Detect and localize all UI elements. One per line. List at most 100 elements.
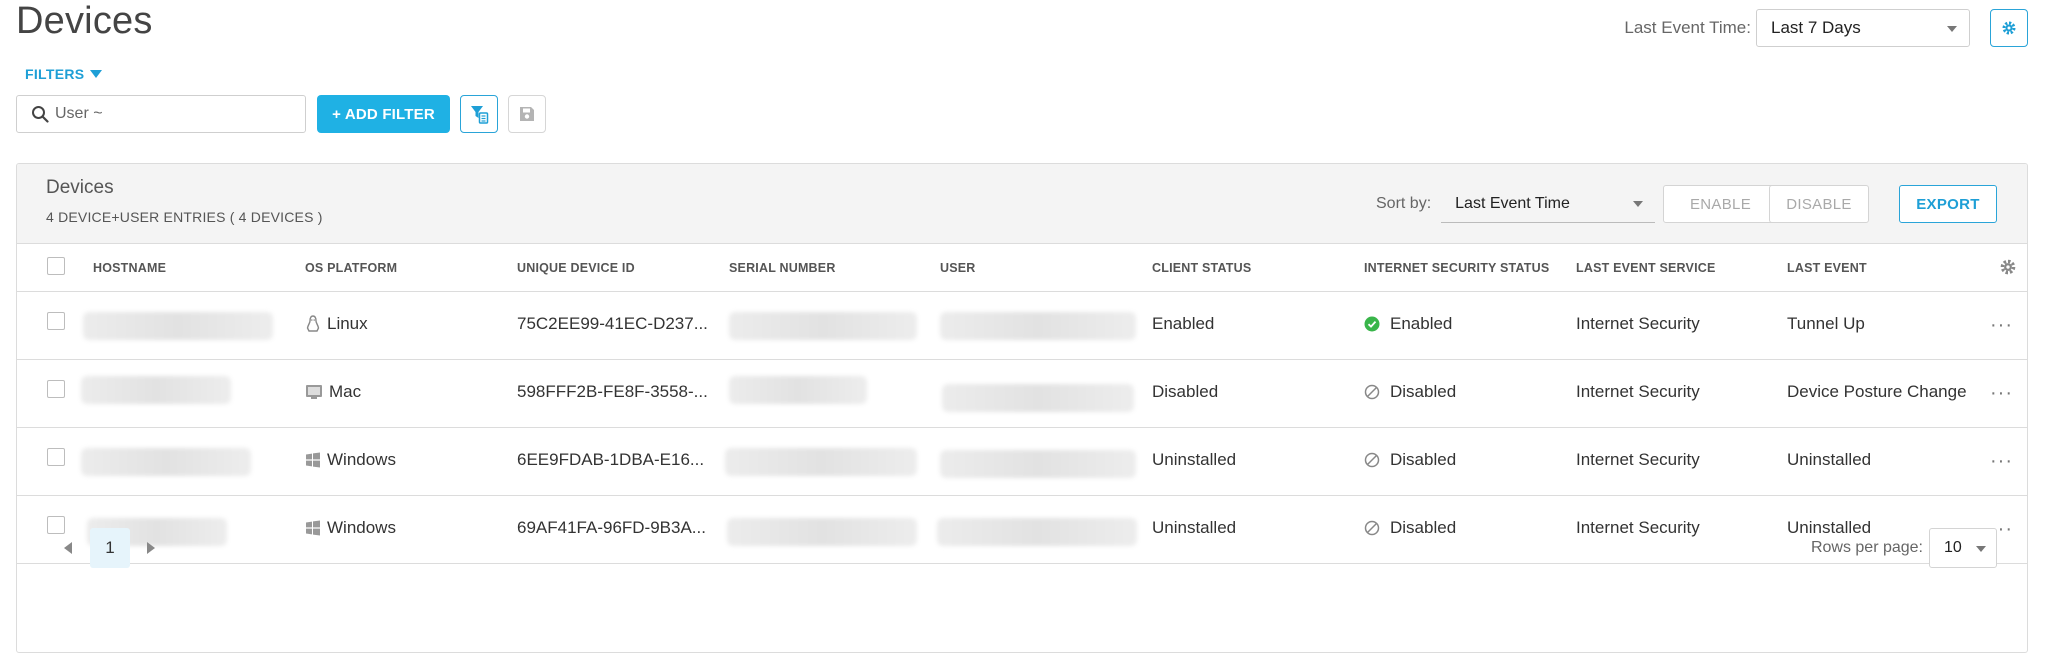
security-status-text: Disabled xyxy=(1390,382,1457,401)
sort-value: Last Event Time xyxy=(1455,194,1570,212)
security-status: Disabled xyxy=(1364,450,1456,470)
column-unique-device-id[interactable]: UNIQUE DEVICE ID xyxy=(517,261,635,275)
column-os-platform[interactable]: OS PLATFORM xyxy=(305,261,397,275)
mac-icon xyxy=(306,385,322,399)
next-page-icon[interactable] xyxy=(147,542,155,554)
time-filter-select[interactable]: Last 7 Days xyxy=(1756,9,1970,47)
page-title: Devices xyxy=(16,0,153,42)
filter-list-icon xyxy=(471,106,489,124)
column-last-event[interactable]: LAST EVENT xyxy=(1787,261,1867,275)
security-status: Disabled xyxy=(1364,382,1456,402)
sort-select[interactable]: Last Event Time xyxy=(1441,185,1656,223)
panel-title: Devices xyxy=(46,177,114,198)
enable-button[interactable]: ENABLE xyxy=(1663,185,1778,223)
save-icon xyxy=(520,107,534,121)
add-filter-button[interactable]: + ADD FILTER xyxy=(317,95,450,133)
serial-redacted xyxy=(725,448,917,476)
search-input[interactable] xyxy=(55,105,285,123)
rows-per-page: Rows per page: 10 xyxy=(1811,528,1997,568)
sort-label: Sort by: xyxy=(1376,195,1432,212)
user-redacted xyxy=(940,312,1136,340)
table-header: HOSTNAME OS PLATFORM UNIQUE DEVICE ID SE… xyxy=(17,244,2027,292)
filters-toggle[interactable]: FILTERS xyxy=(25,66,103,82)
disable-button[interactable]: DISABLE xyxy=(1769,185,1869,223)
save-filter-button[interactable] xyxy=(508,95,546,133)
hostname-redacted xyxy=(83,312,273,340)
client-status: Disabled xyxy=(1152,382,1219,401)
export-button[interactable]: EXPORT xyxy=(1899,185,1997,223)
rows-per-page-value: 10 xyxy=(1944,539,1962,556)
disabled-circle-icon xyxy=(1364,452,1380,468)
column-settings-gear-icon[interactable] xyxy=(1999,258,2017,276)
table-row[interactable]: Windows 6EE9FDAB-1DBA-E16... Uninstalled… xyxy=(17,428,2027,496)
user-redacted xyxy=(942,384,1134,412)
page-number-current[interactable]: 1 xyxy=(90,528,130,568)
hostname-redacted xyxy=(81,448,251,476)
serial-redacted xyxy=(729,376,867,404)
more-options-icon[interactable]: ··· xyxy=(1990,450,2013,473)
device-id: 598FFF2B-FE8F-3558-... xyxy=(517,382,708,401)
security-status-text: Enabled xyxy=(1390,314,1453,333)
os-name: Windows xyxy=(327,450,396,469)
check-circle-icon xyxy=(1364,316,1380,332)
search-icon xyxy=(32,106,49,123)
serial-redacted xyxy=(729,312,917,340)
client-status: Uninstalled xyxy=(1152,450,1237,469)
last-event: Device Posture Change xyxy=(1787,382,1967,401)
column-client-status[interactable]: CLIENT STATUS xyxy=(1152,261,1251,275)
search-box xyxy=(16,95,306,133)
column-user[interactable]: USER xyxy=(940,261,976,275)
column-serial-number[interactable]: SERIAL NUMBER xyxy=(729,261,836,275)
os-platform: Linux xyxy=(305,314,368,334)
chevron-down-icon xyxy=(1947,26,1957,32)
last-event-service: Internet Security xyxy=(1576,450,1700,469)
devices-panel: Devices 4 DEVICE+USER ENTRIES ( 4 DEVICE… xyxy=(16,163,2028,653)
chevron-down-icon xyxy=(1633,201,1644,207)
previous-page-icon[interactable] xyxy=(64,542,72,554)
security-status-text: Disabled xyxy=(1390,450,1457,469)
column-last-event-service[interactable]: LAST EVENT SERVICE xyxy=(1576,261,1716,275)
table-row[interactable]: Mac 598FFF2B-FE8F-3558-... Disabled Disa… xyxy=(17,360,2027,428)
panel-header: Devices 4 DEVICE+USER ENTRIES ( 4 DEVICE… xyxy=(17,164,2027,244)
user-redacted xyxy=(940,450,1136,478)
time-filter-value: Last 7 Days xyxy=(1771,18,1861,37)
settings-button[interactable] xyxy=(1990,9,2028,47)
os-name: Linux xyxy=(327,314,368,333)
gear-icon xyxy=(2002,21,2016,35)
last-event: Tunnel Up xyxy=(1787,314,1865,333)
client-status: Enabled xyxy=(1152,314,1215,333)
column-hostname[interactable]: HOSTNAME xyxy=(93,261,166,275)
device-id: 6EE9FDAB-1DBA-E16... xyxy=(517,450,705,469)
os-platform: Mac xyxy=(305,382,361,402)
filters-toggle-label: FILTERS xyxy=(25,66,85,82)
row-checkbox[interactable] xyxy=(47,448,65,466)
table-row[interactable]: Linux 75C2EE99-41EC-D237... Enabled Enab… xyxy=(17,292,2027,360)
windows-icon xyxy=(306,452,320,468)
row-checkbox[interactable] xyxy=(47,380,65,398)
linux-icon xyxy=(306,315,320,332)
time-filter-label: Last Event Time: xyxy=(1624,18,1751,37)
select-all-checkbox[interactable] xyxy=(47,257,65,275)
chevron-down-icon xyxy=(1976,546,1986,552)
os-platform: Windows xyxy=(305,450,396,470)
disabled-circle-icon xyxy=(1364,384,1380,400)
time-filter: Last Event Time: Last 7 Days xyxy=(1624,9,2028,47)
column-internet-security-status[interactable]: INTERNET SECURITY STATUS xyxy=(1364,261,1549,275)
entry-count: 4 DEVICE+USER ENTRIES ( 4 DEVICES ) xyxy=(46,209,323,225)
last-event-service: Internet Security xyxy=(1576,382,1700,401)
last-event-service: Internet Security xyxy=(1576,314,1700,333)
saved-filters-button[interactable] xyxy=(460,95,498,133)
rows-per-page-label: Rows per page: xyxy=(1810,539,1923,556)
hostname-redacted xyxy=(81,376,231,404)
row-checkbox[interactable] xyxy=(47,312,65,330)
device-id: 75C2EE99-41EC-D237... xyxy=(517,314,708,333)
os-name: Mac xyxy=(329,382,362,401)
pagination: 1 Rows per page: 10 xyxy=(17,502,2027,592)
sort-control: Sort by: Last Event Time xyxy=(1376,185,1656,223)
caret-down-icon xyxy=(90,70,103,78)
security-status: Enabled xyxy=(1364,314,1452,334)
more-options-icon[interactable]: ··· xyxy=(1990,314,2013,337)
rows-per-page-select[interactable]: 10 xyxy=(1929,528,1997,568)
last-event: Uninstalled xyxy=(1787,450,1872,469)
more-options-icon[interactable]: ··· xyxy=(1990,382,2013,405)
